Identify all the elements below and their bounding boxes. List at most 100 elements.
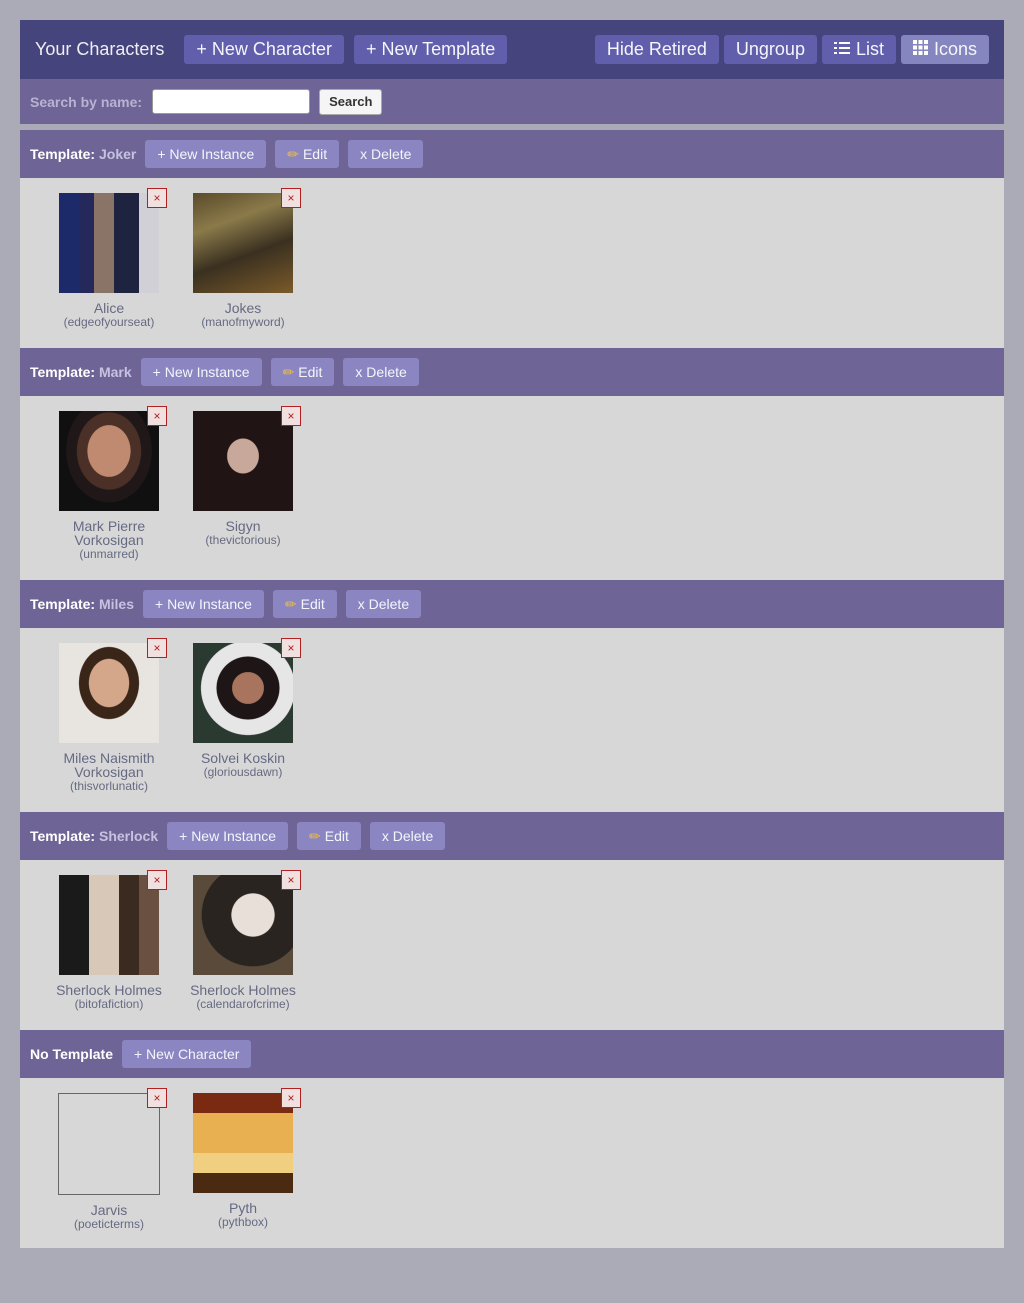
character-card[interactable]: × Sherlock Holmes (bitofafiction) <box>42 870 176 1030</box>
new-instance-button[interactable]: + New Instance <box>145 140 267 168</box>
new-template-button[interactable]: + New Template <box>353 35 508 64</box>
template-header-mark: Template: Mark + New Instance ✏ Edit x Delet… <box>20 348 1004 396</box>
remove-icon[interactable]: × <box>281 406 301 426</box>
character-card[interactable]: × Jokes (manofmyword) <box>176 188 310 348</box>
edit-template-button[interactable]: ✏ Edit <box>272 590 337 618</box>
edit-template-button[interactable]: ✏ Edit <box>275 140 340 168</box>
character-username: (edgeofyourseat) <box>63 315 155 329</box>
remove-icon[interactable]: × <box>147 188 167 208</box>
new-character-button-small[interactable]: + New Character <box>121 1040 252 1068</box>
template-characters: × Miles Naismith Vorkosigan (thisvorlunati… <box>20 628 1004 812</box>
new-character-button[interactable]: + New Character <box>184 35 344 64</box>
list-view-button[interactable]: List <box>821 35 896 64</box>
list-view-label: List <box>855 39 884 59</box>
template-header-joker: Template: Joker + New Instance ✏ Edit x Dele… <box>20 130 1004 178</box>
character-name[interactable]: Sherlock Holmes <box>176 983 310 997</box>
no-template-characters: × Jarvis (poeticterms) × Pyth (pythbox) <box>20 1078 1004 1248</box>
edit-template-button[interactable]: ✏ Edit <box>270 358 335 386</box>
search-bar: Search by name: Search <box>20 79 1004 124</box>
template-name[interactable]: Miles <box>99 596 134 612</box>
delete-template-button[interactable]: x Delete <box>348 140 424 168</box>
remove-icon[interactable]: × <box>147 870 167 890</box>
character-card[interactable]: × Mark Pierre Vorkosigan (unmarred) <box>42 406 176 580</box>
character-card[interactable]: × Sigyn (thevictorious) <box>176 406 310 580</box>
edit-label: Edit <box>324 828 349 844</box>
character-username: (bitofafiction) <box>74 997 144 1011</box>
edit-label: Edit <box>298 364 323 380</box>
remove-icon[interactable]: × <box>281 870 301 890</box>
character-name[interactable]: Pyth <box>176 1201 310 1215</box>
character-name[interactable]: Jokes <box>176 301 310 315</box>
character-card[interactable]: × Pyth (pythbox) <box>176 1088 310 1248</box>
template-prefix: Template: <box>30 146 99 162</box>
character-name[interactable]: Sherlock Holmes <box>42 983 176 997</box>
character-icon[interactable] <box>59 875 159 975</box>
delete-template-button[interactable]: x Delete <box>369 822 446 850</box>
top-bar-left: Your Characters + New Character + New Te… <box>35 35 508 64</box>
character-icon[interactable] <box>193 193 293 293</box>
template-name[interactable]: Mark <box>99 364 132 380</box>
top-bar-right: Hide Retired Ungroup List Icons <box>594 35 989 64</box>
search-input[interactable] <box>152 89 311 114</box>
character-username: (calendarofcrime) <box>196 997 290 1011</box>
page-title: Your Characters <box>35 39 165 59</box>
search-button[interactable]: Search <box>319 88 383 115</box>
character-card[interactable]: × Alice (edgeofyourseat) <box>42 188 176 348</box>
template-prefix: Template: <box>30 364 99 380</box>
remove-icon[interactable]: × <box>147 1088 167 1108</box>
character-card[interactable]: × Sherlock Holmes (calendarofcrime) <box>176 870 310 1030</box>
character-username: (poeticterms) <box>73 1217 144 1231</box>
remove-icon[interactable]: × <box>147 406 167 426</box>
characters-panel: Your Characters + New Character + New Te… <box>20 20 1004 1248</box>
character-icon[interactable] <box>193 411 293 511</box>
character-username: (unmarred) <box>79 547 139 561</box>
character-username: (thevictorious) <box>205 533 281 547</box>
remove-icon[interactable]: × <box>281 638 301 658</box>
character-icon[interactable] <box>59 411 159 511</box>
template-characters: × Alice (edgeofyourseat) × Jokes (manofmyword… <box>20 178 1004 348</box>
ungroup-button[interactable]: Ungroup <box>723 35 817 64</box>
character-icon[interactable] <box>193 1093 293 1193</box>
template-title: Template: Joker <box>30 146 136 162</box>
delete-template-button[interactable]: x Delete <box>343 358 419 386</box>
pencil-icon: ✏ <box>309 827 321 844</box>
edit-template-button[interactable]: ✏ Edit <box>297 822 361 850</box>
icons-view-button[interactable]: Icons <box>900 35 989 64</box>
character-name[interactable]: Alice <box>42 301 176 315</box>
template-name[interactable]: Sherlock <box>99 828 158 844</box>
new-instance-button[interactable]: + New Instance <box>143 590 264 618</box>
character-name[interactable]: Mark Pierre Vorkosigan <box>42 519 176 547</box>
character-name[interactable]: Sigyn <box>176 519 310 533</box>
icons-view-label: Icons <box>933 39 977 59</box>
delete-template-button[interactable]: x Delete <box>345 590 422 618</box>
remove-icon[interactable]: × <box>281 188 301 208</box>
character-username: (manofmyword) <box>201 315 285 329</box>
character-name[interactable]: Solvei Koskin <box>176 751 310 765</box>
new-instance-button[interactable]: + New Instance <box>140 358 262 386</box>
template-prefix: Template: <box>30 596 99 612</box>
list-icon <box>833 39 850 60</box>
character-card[interactable]: × Solvei Koskin (gloriousdawn) <box>176 638 310 812</box>
character-name[interactable]: Jarvis <box>42 1203 176 1217</box>
template-prefix: Template: <box>30 828 99 844</box>
character-icon[interactable] <box>193 875 293 975</box>
character-icon[interactable] <box>193 643 293 743</box>
character-card[interactable]: × Jarvis (poeticterms) <box>42 1088 176 1248</box>
template-groups: Template: Joker + New Instance ✏ Edit x Dele… <box>20 130 1004 1248</box>
remove-icon[interactable]: × <box>147 638 167 658</box>
template-name[interactable]: Joker <box>99 146 136 162</box>
character-icon[interactable] <box>59 643 159 743</box>
new-instance-button[interactable]: + New Instance <box>167 822 289 850</box>
character-name[interactable]: Miles Naismith Vorkosigan <box>42 751 176 779</box>
remove-icon[interactable]: × <box>281 1088 301 1108</box>
character-card[interactable]: × Miles Naismith Vorkosigan (thisvorlunati… <box>42 638 176 812</box>
no-template-header: No Template + New Character <box>20 1030 1004 1078</box>
no-template-title: No Template <box>30 1046 113 1062</box>
hide-retired-button[interactable]: Hide Retired <box>594 35 719 64</box>
character-icon[interactable] <box>59 193 159 293</box>
character-icon[interactable] <box>58 1093 160 1195</box>
edit-label: Edit <box>302 146 328 162</box>
template-title: Template: Miles <box>30 596 134 612</box>
character-username: (gloriousdawn) <box>203 765 283 779</box>
character-username: (thisvorlunatic) <box>69 779 149 793</box>
